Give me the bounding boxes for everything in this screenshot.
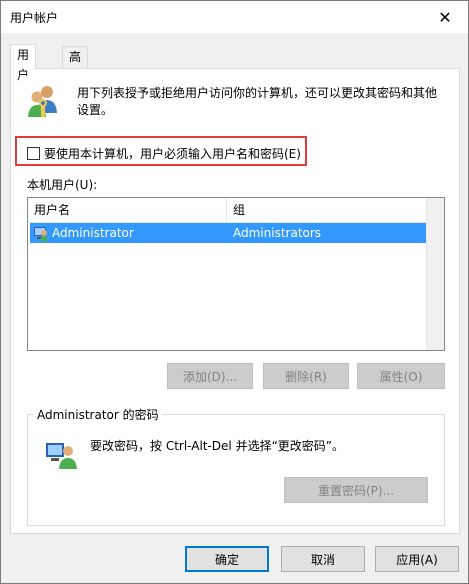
require-password-checkbox[interactable] — [27, 147, 40, 160]
list-item[interactable]: Administrator Administrators — [30, 223, 426, 243]
remove-user-button[interactable]: 删除(R) — [263, 363, 349, 389]
require-password-option[interactable]: 要使用本计算机，用户必须输入用户名和密码(E) — [27, 145, 301, 162]
reset-password-button[interactable]: 重置密码(P)... — [284, 477, 428, 503]
users-icon — [28, 86, 57, 117]
tab-users[interactable]: 用户 — [10, 44, 37, 82]
local-users-list[interactable]: 用户名 组 Administrator Administrators — [27, 197, 445, 351]
cell-username: Administrator — [30, 225, 227, 241]
username-text: Administrator — [52, 226, 134, 240]
users-tab-panel: 用下列表授予或拒绝用户访问你的计算机，还可以更改其密码和其他设置。 要使用本计算… — [10, 68, 460, 534]
tab-advanced[interactable]: 高级 — [62, 46, 89, 84]
list-header: 用户名 组 — [28, 198, 426, 223]
local-users-label: 本机用户(U): — [27, 178, 98, 192]
cancel-button[interactable]: 取消 — [281, 546, 365, 572]
title-bar[interactable]: 用户帐户 ✕ — [1, 1, 468, 33]
vertical-scrollbar[interactable] — [426, 198, 444, 350]
password-group-title: Administrator 的密码 — [34, 406, 162, 423]
window-title: 用户帐户 — [10, 11, 59, 25]
cell-group: Administrators — [233, 226, 322, 240]
column-header-username[interactable]: 用户名 — [28, 198, 227, 222]
user-accounts-dialog: 用户帐户 ✕ 用户 高级 用下列表授予或拒绝用户访问你的计算机，还可以更改其密码… — [0, 0, 469, 584]
add-user-button[interactable]: 添加(D)... — [167, 363, 253, 389]
user-icon — [34, 227, 48, 241]
intro-text: 用下列表授予或拒绝用户访问你的计算机，还可以更改其密码和其他设置。 — [77, 86, 438, 117]
tab-users-label: 用户 — [17, 48, 30, 82]
password-group: Administrator 的密码 要改密码，按 Ctrl-Alt-Del 并选… — [27, 406, 445, 526]
require-password-label[interactable]: 要使用本计算机，用户必须输入用户名和密码(E) — [44, 145, 301, 162]
column-header-group[interactable]: 组 — [227, 198, 426, 222]
close-icon: ✕ — [438, 7, 452, 27]
properties-button[interactable]: 属性(O) — [357, 363, 445, 389]
user-computer-icon — [46, 443, 77, 469]
apply-button[interactable]: 应用(A) — [375, 546, 459, 572]
close-button[interactable]: ✕ — [422, 1, 468, 33]
password-instruction: 要改密码，按 Ctrl-Alt-Del 并选择“更改密码”。 — [90, 439, 345, 453]
ok-button[interactable]: 确定 — [185, 546, 269, 572]
